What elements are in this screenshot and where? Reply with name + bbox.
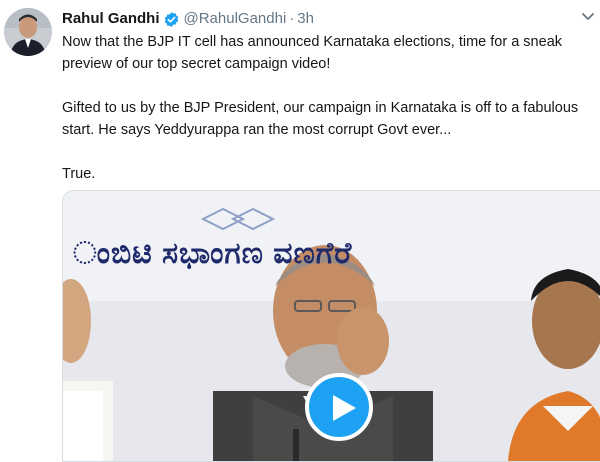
- tweet-text: Now that the BJP IT cell has announced K…: [62, 31, 592, 185]
- user-name[interactable]: Rahul Gandhi: [62, 9, 160, 29]
- verified-badge-icon: [164, 11, 178, 27]
- tweet-timestamp[interactable]: 3h: [297, 9, 314, 29]
- user-handle[interactable]: @RahulGandhi: [184, 9, 287, 29]
- play-icon: [333, 395, 356, 421]
- user-avatar[interactable]: [4, 8, 52, 56]
- video-media[interactable]: ಂಬಿಟಿ ಸಭಾಂಗಣ ವಣಗೆರೆ: [62, 190, 600, 462]
- tweet-paragraph-1: Now that the BJP IT cell has announced K…: [62, 34, 563, 72]
- banner-text: ಂಬಿಟಿ ಸಭಾಂಗಣ ವಣಗೆರೆ: [73, 237, 353, 270]
- tweet-card[interactable]: Rahul Gandhi @RahulGandhi · 3h Now that …: [0, 0, 600, 462]
- avatar-image: [4, 8, 52, 56]
- tweet-paragraph-2: Gifted to us by the BJP President, our c…: [62, 100, 579, 138]
- play-button[interactable]: [305, 373, 373, 441]
- tweet-paragraph-3: True.: [62, 166, 96, 182]
- separator-dot: ·: [289, 10, 295, 27]
- tweet-header: Rahul Gandhi @RahulGandhi · 3h: [62, 9, 582, 29]
- chevron-down-icon[interactable]: [581, 12, 595, 22]
